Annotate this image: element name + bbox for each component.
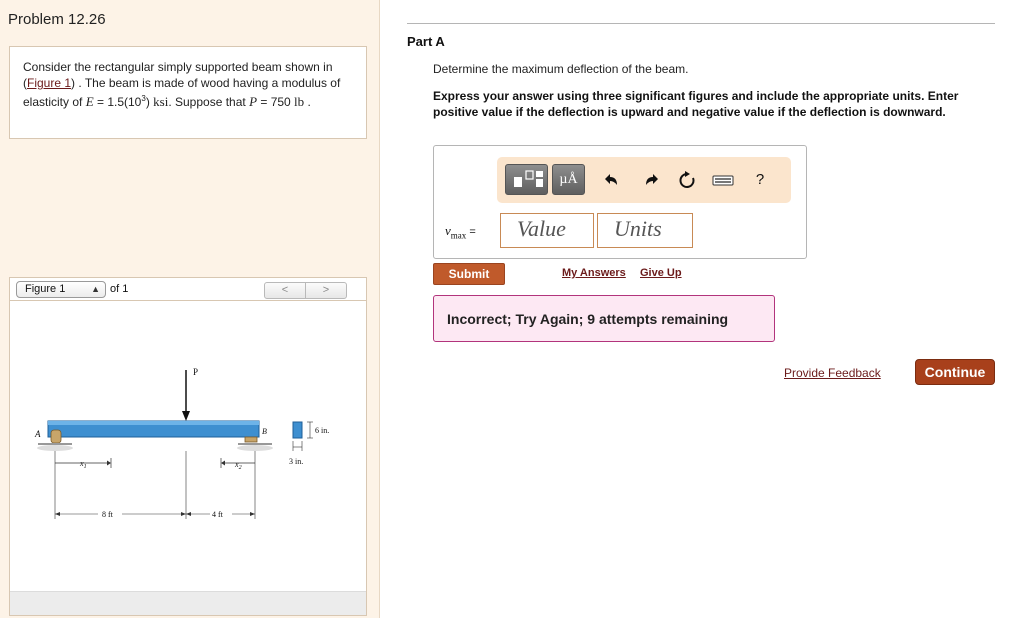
ground-shadow-b — [237, 445, 273, 451]
x2-label: x2 — [234, 460, 242, 471]
modulus-value: = 1.5(10 — [93, 95, 142, 109]
figure-count: of 1 — [110, 283, 129, 295]
submit-button[interactable]: Submit — [433, 263, 505, 285]
x1-arrowhead — [107, 460, 111, 466]
beam-highlight — [48, 421, 259, 425]
dim-4ft-label: 4 ft — [212, 510, 224, 519]
dim-3in-label: 3 in. — [289, 457, 303, 466]
figure-navigation: Figure 1 ▲ of 1 < > — [9, 277, 367, 301]
x2-arrowhead — [221, 460, 225, 466]
previous-figure-button[interactable]: < — [264, 282, 306, 299]
top-divider — [407, 23, 995, 24]
units-input[interactable]: Units — [597, 213, 693, 248]
templates-icon — [514, 170, 543, 187]
figure-link[interactable]: Figure 1 — [27, 76, 71, 90]
keyboard-icon[interactable] — [711, 168, 735, 192]
modulus-symbol: E — [85, 94, 94, 109]
reset-icon[interactable] — [675, 168, 699, 192]
problem-text: . — [304, 95, 311, 109]
support-label-b: B — [262, 427, 267, 436]
continue-button[interactable]: Continue — [915, 359, 995, 385]
problem-statement: Consider the rectangular simply supporte… — [9, 46, 367, 139]
figure-select[interactable]: Figure 1 ▲ — [16, 281, 106, 298]
load-symbol: P — [249, 94, 258, 109]
answer-variable: vmax = — [445, 223, 476, 241]
dim-8ft-label: 8 ft — [102, 510, 114, 519]
support-label-a: A — [34, 429, 41, 439]
load-label: P — [193, 367, 198, 377]
problem-text: . Suppose that — [168, 95, 250, 109]
select-arrows-icon: ▲ — [91, 284, 100, 294]
beam-diagram: P A B x1 x2 8 ft 4 ft 6 in. 3 in. — [34, 367, 329, 519]
problem-title: Problem 12.26 — [8, 11, 106, 28]
part-title: Part A — [407, 34, 445, 49]
templates-button[interactable] — [505, 164, 548, 195]
dim-8ft-arrow-left — [55, 512, 60, 516]
answer-area: µÅ ? vmax = Value Units — [433, 145, 807, 259]
figure-footer — [10, 591, 366, 615]
answer-instructions: Express your answer using three signific… — [433, 89, 959, 119]
modulus-unit: ksi — [153, 94, 169, 109]
roller-support-b — [244, 436, 258, 443]
dim-4ft-arrow-left — [186, 512, 191, 516]
dim-8ft-arrow-right — [181, 512, 186, 516]
dim-6in-label: 6 in. — [315, 426, 329, 435]
load-arrowhead — [182, 411, 190, 421]
feedback-message: Incorrect; Try Again; 9 attempts remaini… — [433, 295, 775, 342]
value-input[interactable]: Value — [500, 213, 594, 248]
give-up-link[interactable]: Give Up — [640, 267, 682, 279]
figure-panel: P A B x1 x2 8 ft 4 ft 6 in. 3 in. — [9, 301, 367, 616]
load-unit: lb — [294, 94, 305, 109]
problem-panel: Problem 12.26 Consider the rectangular s… — [0, 0, 380, 618]
pin-support-a — [50, 429, 62, 444]
dim-4ft-arrow-right — [250, 512, 255, 516]
provide-feedback-link[interactable]: Provide Feedback — [784, 366, 881, 380]
figure-select-value: Figure 1 — [25, 283, 66, 295]
next-figure-button[interactable]: > — [305, 282, 347, 299]
undo-icon[interactable] — [601, 168, 625, 192]
my-answers-link[interactable]: My Answers — [562, 267, 626, 279]
units-button[interactable]: µÅ — [552, 164, 585, 195]
question-text: Determine the maximum deflection of the … — [433, 62, 689, 76]
ground-shadow-a — [37, 445, 73, 451]
cross-section — [292, 421, 303, 439]
help-button[interactable]: ? — [748, 168, 772, 192]
math-toolbar: µÅ ? — [497, 157, 791, 203]
x1-label: x1 — [79, 459, 87, 470]
redo-icon[interactable] — [638, 168, 662, 192]
load-value: = 750 — [257, 95, 295, 109]
